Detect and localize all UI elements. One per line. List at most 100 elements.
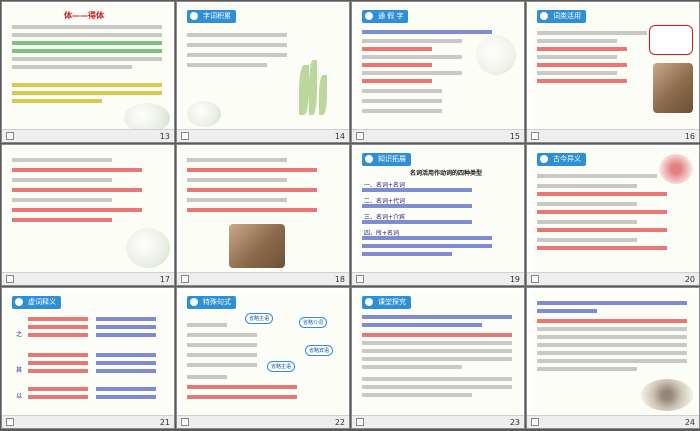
text-line xyxy=(537,367,637,371)
illustration-image xyxy=(653,63,693,113)
text-line xyxy=(12,168,142,172)
slide-content: 体——得体 xyxy=(6,5,172,131)
list-item: 以 xyxy=(16,393,23,400)
text-line xyxy=(537,343,687,347)
text-line xyxy=(187,178,287,182)
text-line xyxy=(12,65,132,69)
text-line xyxy=(362,220,472,224)
text-line xyxy=(537,184,637,188)
text-line xyxy=(187,385,297,389)
text-line xyxy=(12,99,102,103)
annotation-callout: 省略主语 xyxy=(267,361,296,372)
text-line xyxy=(187,168,317,172)
section-badge: 古今异义 xyxy=(537,153,586,166)
text-line xyxy=(537,31,647,35)
section-badge: 课堂探究 xyxy=(362,296,411,309)
slide-thumbnail-20[interactable]: 古今异义 20 xyxy=(526,144,700,286)
text-line xyxy=(187,53,287,57)
slide-content: 虚词释义 之 其 以 xyxy=(6,291,172,417)
text-line xyxy=(187,353,257,357)
section-badge: 通 假 字 xyxy=(362,10,409,23)
plant-decoration xyxy=(309,60,317,115)
text-line xyxy=(537,39,617,43)
slide-thumbnail-23[interactable]: 课堂探究 23 xyxy=(351,287,525,429)
slide-thumbnail-22[interactable]: 特殊句式 省略主语 省略介词 省略主语 省略宾语 22 xyxy=(176,287,350,429)
transition-icon xyxy=(6,275,14,283)
slide-content: 特殊句式 省略主语 省略介词 省略主语 省略宾语 xyxy=(181,291,347,417)
slide-footer: 17 xyxy=(2,272,174,285)
text-line xyxy=(28,333,88,337)
text-line xyxy=(187,375,227,379)
text-line xyxy=(12,25,162,29)
slide-thumbnail-17[interactable]: 17 xyxy=(1,144,175,286)
text-line xyxy=(187,395,297,399)
text-line xyxy=(12,208,142,212)
transition-icon xyxy=(6,132,14,140)
text-line xyxy=(537,220,637,224)
slide-content: 词类活用 xyxy=(531,5,697,131)
text-line xyxy=(187,33,287,37)
section-badge: 特殊句式 xyxy=(187,296,236,309)
plum-blossom-decoration xyxy=(659,154,693,184)
transition-icon xyxy=(531,132,539,140)
flower-decoration xyxy=(124,103,170,131)
slide-thumbnail-21[interactable]: 虚词释义 之 其 以 21 xyxy=(1,287,175,429)
text-line xyxy=(362,55,462,59)
transition-icon xyxy=(531,275,539,283)
text-line xyxy=(537,192,667,196)
text-line xyxy=(537,55,617,59)
flower-decoration xyxy=(126,228,170,268)
text-line xyxy=(362,385,512,389)
text-line xyxy=(187,158,287,162)
plant-decoration xyxy=(319,75,327,115)
text-line xyxy=(537,202,637,206)
slide-number: 17 xyxy=(159,275,170,284)
ink-painting-decoration xyxy=(476,35,516,75)
slide-thumbnail-24[interactable]: 24 xyxy=(526,287,700,429)
text-line xyxy=(362,109,442,113)
text-line xyxy=(537,351,687,355)
slide-thumbnail-18[interactable]: 18 xyxy=(176,144,350,286)
slide-title: 体——得体 xyxy=(64,11,104,20)
text-line xyxy=(12,83,162,87)
slide-thumbnail-13[interactable]: 体——得体 13 xyxy=(1,1,175,143)
text-line xyxy=(537,63,627,67)
slide-footer: 20 xyxy=(527,272,699,285)
slide-thumbnail-14[interactable]: 字词积累 14 xyxy=(176,1,350,143)
slide-footer: 13 xyxy=(2,129,174,142)
text-line xyxy=(28,325,88,329)
text-line xyxy=(12,218,112,222)
slide-footer: 23 xyxy=(352,415,524,428)
slide-footer: 14 xyxy=(177,129,349,142)
annotation-note xyxy=(649,25,693,55)
text-line xyxy=(362,188,472,192)
text-line xyxy=(537,47,627,51)
transition-icon xyxy=(356,418,364,426)
slide-number: 14 xyxy=(334,132,345,141)
text-line xyxy=(362,349,512,353)
text-line xyxy=(362,252,452,256)
slide-thumbnail-16[interactable]: 词类活用 16 xyxy=(526,1,700,143)
transition-icon xyxy=(181,275,189,283)
text-line xyxy=(12,33,162,37)
text-line xyxy=(96,317,156,321)
slide-thumbnail-15[interactable]: 通 假 字 15 xyxy=(351,1,525,143)
text-line xyxy=(12,178,112,182)
slide-content xyxy=(531,291,697,417)
text-line xyxy=(96,353,156,357)
text-line xyxy=(362,333,512,337)
slide-footer: 24 xyxy=(527,415,699,428)
slide-footer: 22 xyxy=(177,415,349,428)
slide-number: 20 xyxy=(684,275,695,284)
section-badge: 词类活用 xyxy=(537,10,586,23)
slide-number: 18 xyxy=(334,275,345,284)
slide-thumbnail-19[interactable]: 知识拓展 名词活用作动词的四种类型 一、名词+名词 二、名词+代词 三、名词+介… xyxy=(351,144,525,286)
slide-number: 15 xyxy=(509,132,520,141)
slide-number: 16 xyxy=(684,132,695,141)
illustration-image xyxy=(229,224,285,268)
text-line xyxy=(537,301,687,305)
transition-icon xyxy=(356,275,364,283)
slide-footer: 18 xyxy=(177,272,349,285)
text-line xyxy=(187,323,227,327)
text-line xyxy=(187,343,257,347)
